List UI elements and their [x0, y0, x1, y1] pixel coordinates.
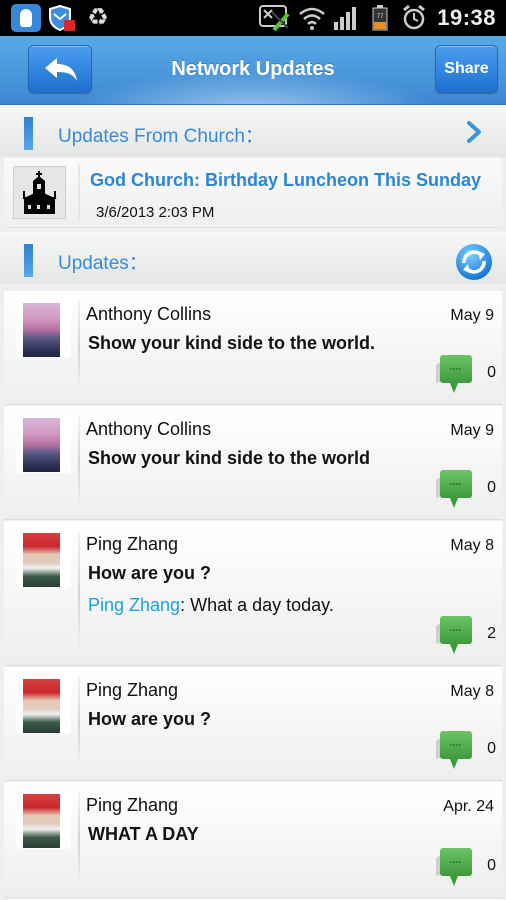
- missed-call-icon: [259, 5, 290, 32]
- update-date: May 8: [450, 537, 494, 554]
- divider: [78, 792, 80, 888]
- author-name[interactable]: Anthony Collins: [86, 419, 211, 440]
- comment-count: 0: [487, 364, 496, 381]
- qq-icon: [11, 4, 41, 32]
- section-marker: [24, 117, 33, 150]
- share-button[interactable]: Share: [435, 45, 498, 93]
- comment-button[interactable]: 0: [434, 846, 496, 886]
- section-marker: [24, 244, 33, 277]
- updates-header: Updates：: [0, 232, 506, 284]
- update-item[interactable]: Ping Zhang May 8 How are you ? 0: [4, 667, 502, 781]
- update-item[interactable]: Ping Zhang Apr. 24 WHAT A DAY 0: [4, 782, 502, 898]
- wifi-icon: [299, 7, 325, 30]
- church-update-item[interactable]: God Church: Birthday Luncheon This Sunda…: [4, 158, 502, 228]
- avatar-image: [23, 418, 60, 472]
- updates-label: Updates：: [58, 253, 148, 274]
- comment-button[interactable]: 2: [434, 614, 496, 654]
- comment-button[interactable]: 0: [434, 468, 496, 508]
- comment-bubble-icon: [436, 616, 472, 654]
- signal-icon: [334, 7, 356, 30]
- divider: [78, 164, 80, 222]
- update-date: May 9: [450, 307, 494, 324]
- author-name[interactable]: Ping Zhang: [86, 680, 178, 701]
- update-message: How are you ?: [88, 563, 212, 583]
- church-updates-header[interactable]: Updates From Church：: [0, 105, 506, 157]
- update-message: Show your kind side to the world.: [88, 333, 376, 353]
- avatar[interactable]: [16, 792, 71, 849]
- divider: [78, 531, 80, 656]
- comment-bubble-icon: [436, 848, 472, 886]
- church-icon: [13, 166, 66, 219]
- avatar-image: [23, 303, 60, 357]
- author-name[interactable]: Ping Zhang: [86, 795, 178, 816]
- alarm-icon: [403, 4, 425, 30]
- update-message: WHAT A DAY: [88, 824, 199, 844]
- avatar[interactable]: [16, 416, 71, 473]
- security-shield-icon: [49, 4, 75, 32]
- comment-count: 0: [487, 479, 496, 496]
- avatar-image: [23, 794, 60, 848]
- avatar[interactable]: [16, 301, 71, 358]
- avatar-image: [23, 679, 60, 733]
- divider: [78, 416, 80, 510]
- church-update-title[interactable]: God Church: Birthday Luncheon This Sunda…: [90, 170, 494, 191]
- update-item[interactable]: Anthony Collins May 9 Show your kind sid…: [4, 406, 502, 520]
- comment-count: 0: [487, 857, 496, 874]
- update-date: May 8: [450, 683, 494, 700]
- chevron-right-icon[interactable]: [464, 120, 484, 144]
- reply-text: : What a day today.: [180, 595, 334, 615]
- church-update-date: 3/6/2013 2:03 PM: [96, 204, 215, 221]
- comment-count: 0: [487, 740, 496, 757]
- status-bar: ♻ 77 19:38: [0, 0, 506, 36]
- divider: [78, 301, 80, 395]
- comment-bubble-icon: [436, 470, 472, 508]
- svg-text:77: 77: [377, 14, 384, 20]
- reply-author-link[interactable]: Ping Zhang: [88, 595, 180, 615]
- battery-icon: 77: [372, 5, 388, 31]
- refresh-icon[interactable]: [455, 243, 493, 281]
- update-item[interactable]: Ping Zhang May 8 How are you ? 2 Ping Zh…: [4, 521, 502, 666]
- title-bar: Network Updates Share: [0, 36, 506, 105]
- comment-bubble-icon: [436, 731, 472, 769]
- church-updates-label: Updates From Church：: [58, 126, 264, 147]
- comment-button[interactable]: 0: [434, 729, 496, 769]
- page-title: Network Updates: [171, 58, 335, 80]
- avatar[interactable]: [16, 677, 71, 734]
- avatar[interactable]: [16, 531, 71, 588]
- divider: [78, 677, 80, 771]
- avatar-image: [23, 533, 60, 587]
- update-item[interactable]: Anthony Collins May 9 Show your kind sid…: [4, 291, 502, 405]
- update-message: Show your kind side to the world: [88, 448, 371, 468]
- comment-bubble-icon: [436, 355, 472, 393]
- comment-button[interactable]: 0: [434, 353, 496, 393]
- reply-preview: Ping Zhang: What a day today.: [88, 595, 334, 616]
- clock: 19:38: [437, 5, 496, 30]
- comment-count: 2: [487, 625, 496, 642]
- update-message: How are you ?: [88, 709, 212, 729]
- update-date: Apr. 24: [443, 798, 494, 815]
- recycle-icon: ♻: [87, 4, 109, 31]
- update-date: May 9: [450, 422, 494, 439]
- author-name[interactable]: Ping Zhang: [86, 534, 178, 555]
- author-name[interactable]: Anthony Collins: [86, 304, 211, 325]
